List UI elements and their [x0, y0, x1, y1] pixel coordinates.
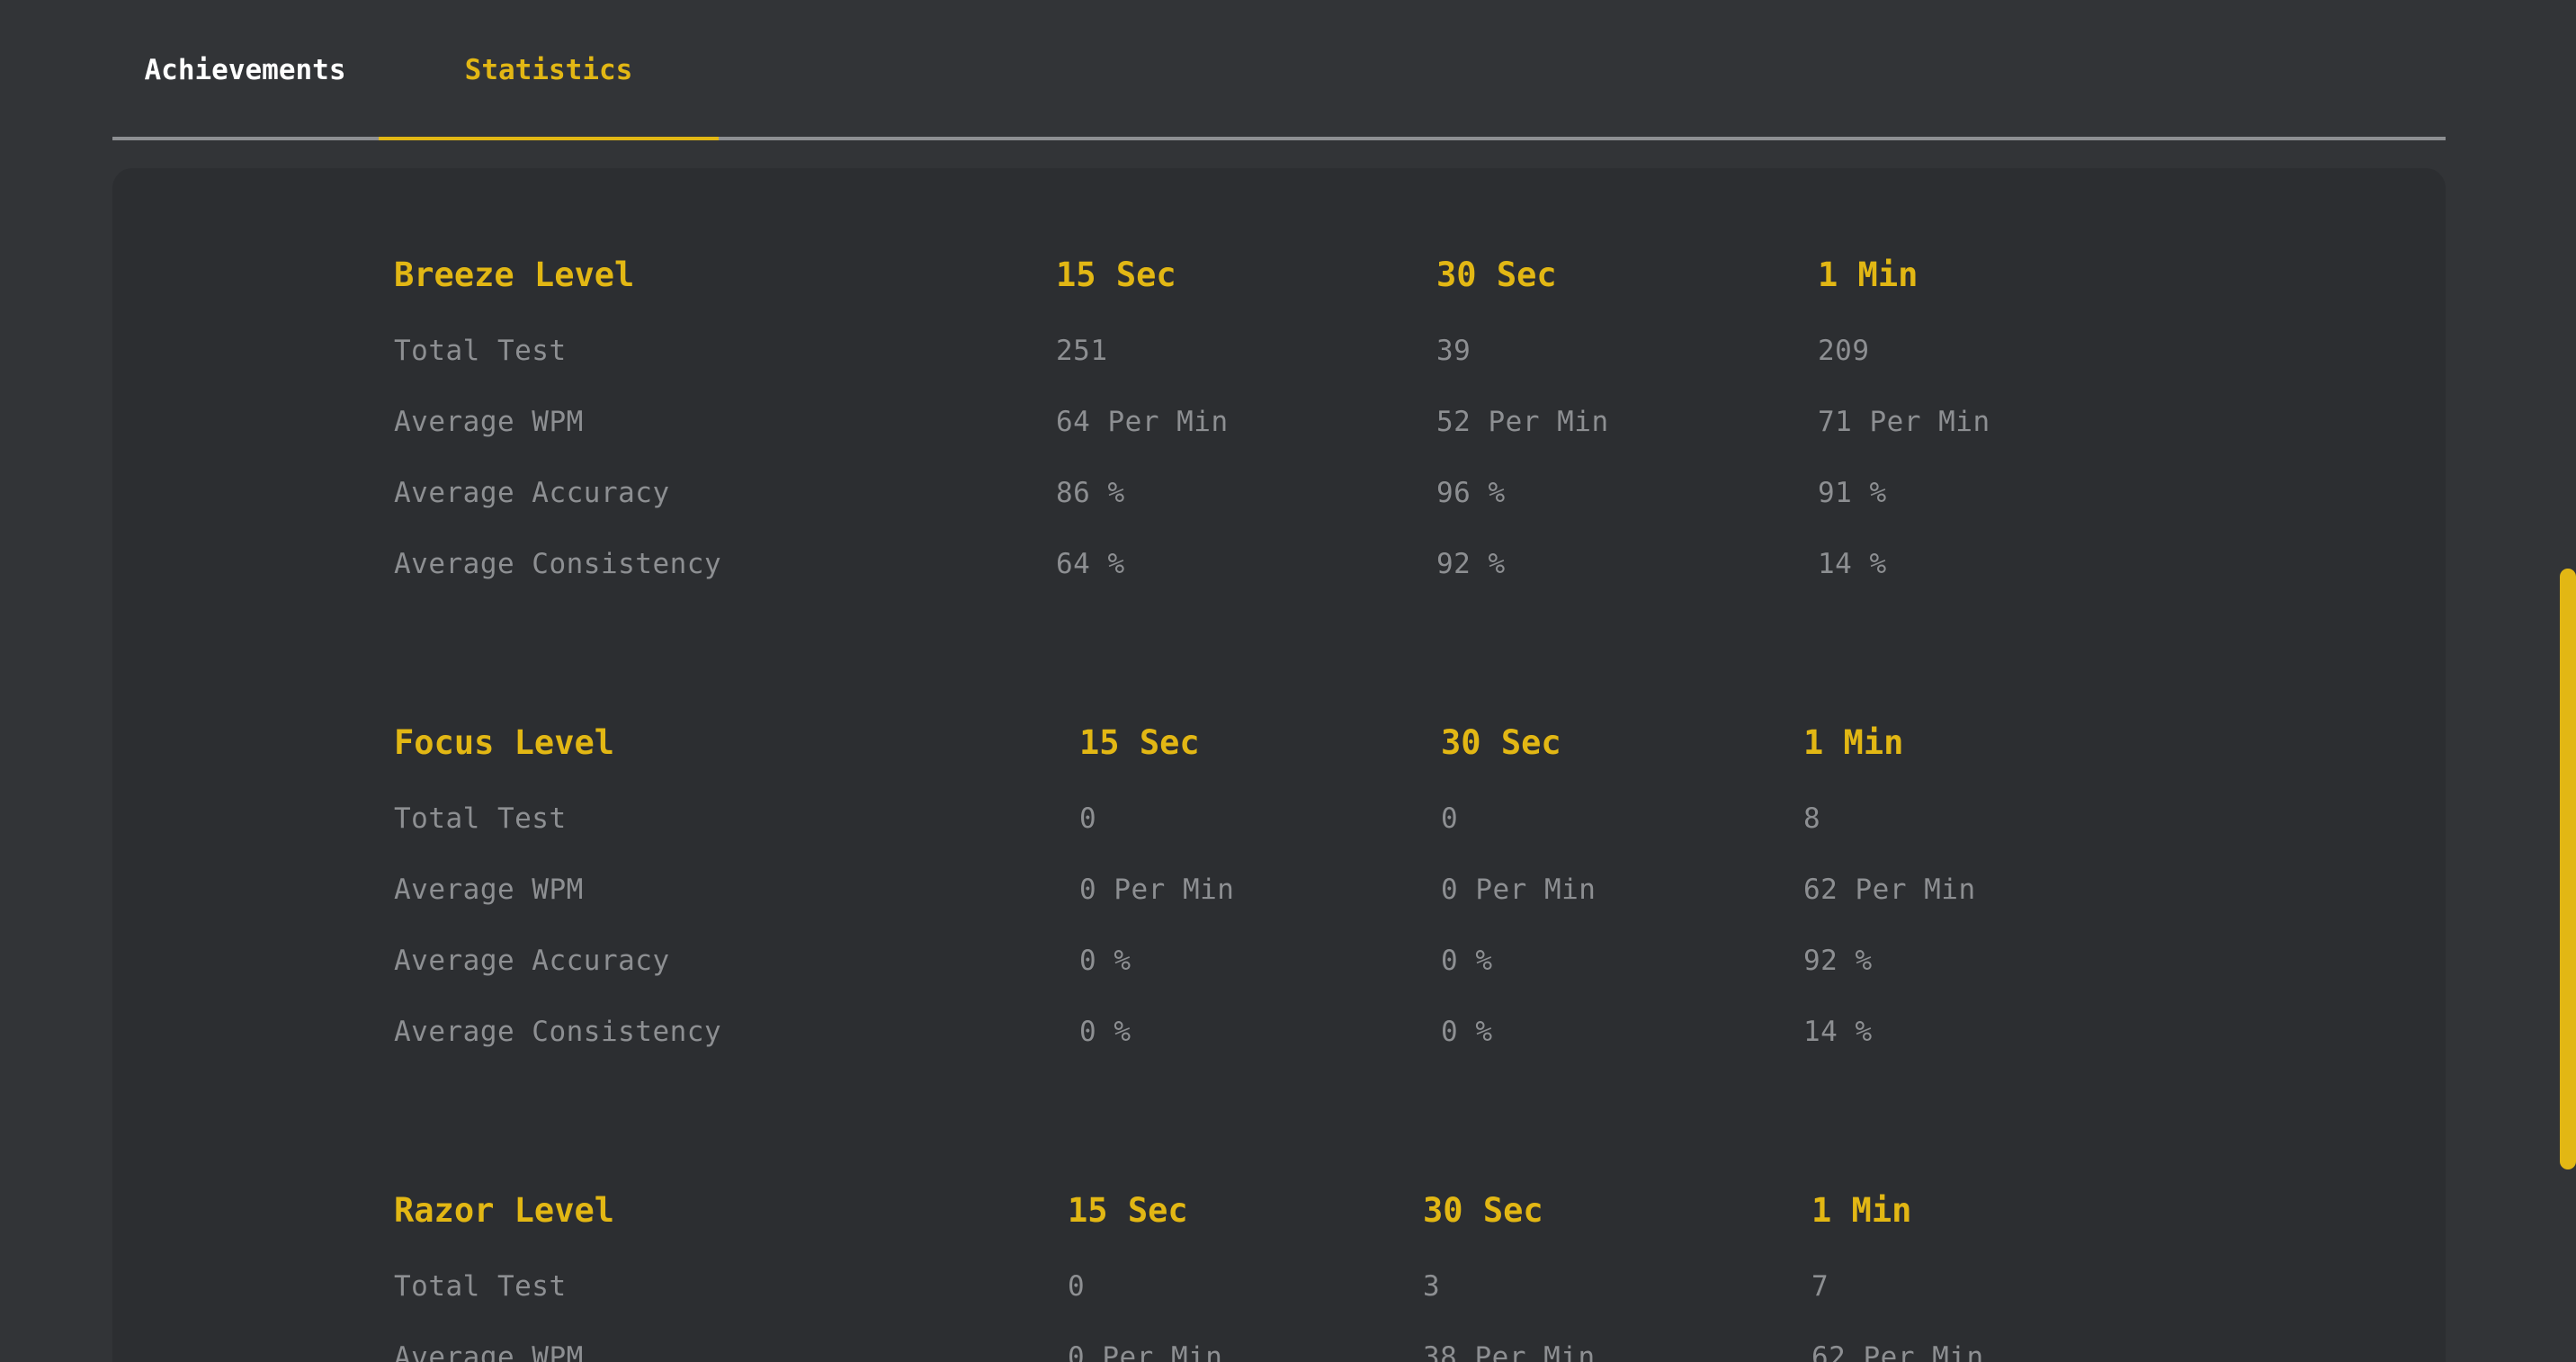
- column-header-30-sec: 30 Sec: [1441, 723, 1561, 762]
- row-label-average-wpm: Average WPM: [394, 406, 584, 438]
- stat-value: 0: [1068, 1270, 1086, 1303]
- column-header-15-sec: 15 Sec: [1079, 723, 1200, 762]
- column-header-1-min: 1 Min: [1803, 723, 1904, 762]
- stat-value: 0 %: [1079, 1016, 1131, 1048]
- profile-page: Achievements Statistics Breeze Level 15 …: [0, 0, 2576, 1362]
- stat-value: 8: [1803, 802, 1821, 835]
- stat-value: 0 Per Min: [1079, 874, 1235, 906]
- stat-value: 14 %: [1803, 1016, 1873, 1048]
- stat-value: 0: [1079, 802, 1097, 835]
- stat-value: 0: [1441, 802, 1459, 835]
- row-label-total-test: Total Test: [394, 802, 567, 835]
- level-title: Breeze Level: [394, 255, 635, 294]
- stat-value: 92 %: [1803, 945, 1873, 977]
- stat-value: 0 Per Min: [1068, 1341, 1223, 1362]
- stat-value: 52 Per Min: [1436, 406, 1609, 438]
- column-header-15-sec: 15 Sec: [1056, 255, 1176, 294]
- tab-statistics[interactable]: Statistics: [379, 0, 719, 140]
- stat-value: 92 %: [1436, 548, 1506, 580]
- stat-value: 14 %: [1818, 548, 1887, 580]
- column-header-1-min: 1 Min: [1811, 1191, 1912, 1230]
- row-label-average-wpm: Average WPM: [394, 874, 584, 906]
- row-label-average-consistency: Average Consistency: [394, 1016, 722, 1048]
- column-header-30-sec: 30 Sec: [1436, 255, 1557, 294]
- column-header-1-min: 1 Min: [1818, 255, 1919, 294]
- row-label-average-accuracy: Average Accuracy: [394, 945, 670, 977]
- column-header-15-sec: 15 Sec: [1068, 1191, 1188, 1230]
- stat-value: 0 %: [1441, 945, 1493, 977]
- stat-value: 0 Per Min: [1441, 874, 1597, 906]
- scrollbar-thumb[interactable]: [2560, 569, 2576, 1169]
- tab-achievements[interactable]: Achievements: [112, 0, 378, 140]
- stat-value: 71 Per Min: [1818, 406, 1990, 438]
- stat-value: 91 %: [1818, 477, 1887, 509]
- row-label-average-consistency: Average Consistency: [394, 548, 722, 580]
- level-title: Razor Level: [394, 1191, 615, 1230]
- stat-value: 209: [1818, 335, 1870, 367]
- row-label-total-test: Total Test: [394, 1270, 567, 1303]
- row-label-average-wpm: Average WPM: [394, 1341, 584, 1362]
- row-label-total-test: Total Test: [394, 335, 567, 367]
- stat-value: 62 Per Min: [1811, 1341, 1984, 1362]
- column-header-30-sec: 30 Sec: [1423, 1191, 1543, 1230]
- active-tab-indicator: [379, 137, 719, 140]
- row-label-average-accuracy: Average Accuracy: [394, 477, 670, 509]
- stat-value: 96 %: [1436, 477, 1506, 509]
- level-title: Focus Level: [394, 723, 615, 762]
- stat-value: 0 %: [1441, 1016, 1493, 1048]
- stat-value: 62 Per Min: [1803, 874, 1976, 906]
- stat-value: 251: [1056, 335, 1108, 367]
- tab-bar: Achievements Statistics: [112, 0, 2446, 140]
- stat-value: 86 %: [1056, 477, 1125, 509]
- stat-value: 64 %: [1056, 548, 1125, 580]
- stat-value: 7: [1811, 1270, 1829, 1303]
- stat-value: 38 Per Min: [1423, 1341, 1596, 1362]
- stat-value: 3: [1423, 1270, 1441, 1303]
- stat-value: 39: [1436, 335, 1471, 367]
- stat-value: 64 Per Min: [1056, 406, 1229, 438]
- stat-value: 0 %: [1079, 945, 1131, 977]
